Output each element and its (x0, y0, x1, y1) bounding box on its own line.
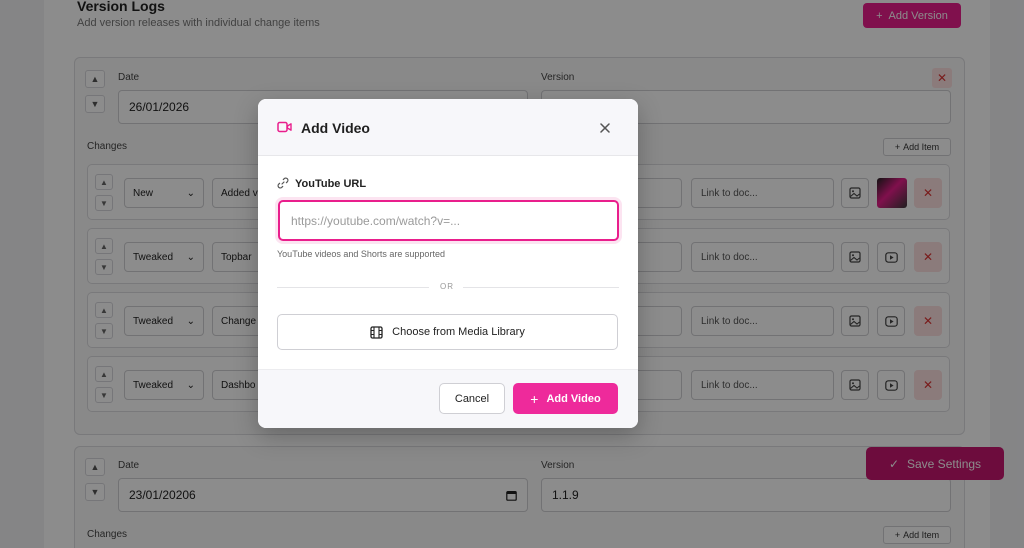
media-library-button[interactable]: Choose from Media Library (277, 314, 618, 350)
add-video-button[interactable]: + Add Video (513, 383, 618, 414)
cancel-button[interactable]: Cancel (439, 383, 505, 414)
plus-icon: + (530, 390, 539, 407)
divider (463, 287, 619, 288)
add-video-label: Add Video (546, 392, 601, 405)
video-camera-icon (277, 121, 292, 133)
youtube-url-label: YouTube URL (295, 178, 367, 190)
modal-close-button[interactable] (595, 118, 615, 138)
film-icon (370, 325, 383, 339)
url-hint: YouTube videos and Shorts are supported (277, 249, 445, 259)
or-separator: OR (440, 282, 454, 291)
media-library-label: Choose from Media Library (392, 326, 525, 338)
link-icon (277, 177, 289, 189)
divider (277, 287, 429, 288)
modal-title: Add Video (301, 120, 370, 136)
add-video-modal: Add Video YouTube URL YouTube videos and… (258, 99, 638, 428)
youtube-url-input[interactable] (278, 200, 619, 241)
close-icon (600, 123, 610, 133)
